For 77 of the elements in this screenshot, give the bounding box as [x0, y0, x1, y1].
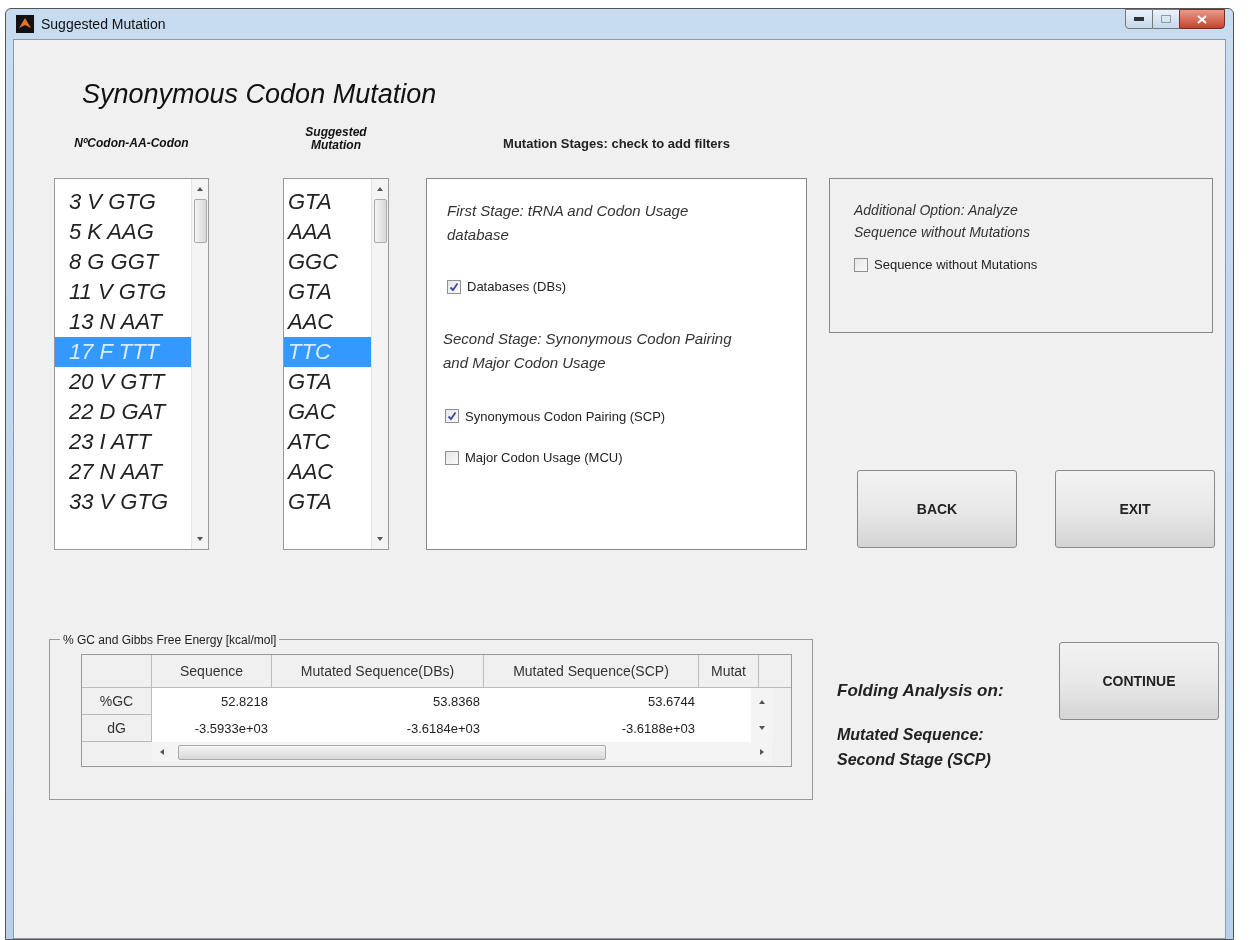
heading: Synonymous Codon Mutation	[82, 78, 438, 110]
list-item[interactable]: AAA	[284, 217, 371, 247]
list-item[interactable]: GTA	[284, 187, 371, 217]
list-item[interactable]: AAC	[284, 307, 371, 337]
minimize-button[interactable]	[1125, 9, 1153, 29]
list-item[interactable]: 3 V GTG	[55, 187, 191, 217]
column-header: Mutated Sequence(SCP)	[484, 655, 699, 687]
column-header: Mutated Sequence(DBs)	[272, 655, 484, 687]
minimize-icon	[1134, 17, 1144, 21]
table-cell: 52.8218	[152, 688, 272, 715]
table-cell: 53.8368	[272, 688, 484, 715]
push-button[interactable]: BACK	[857, 470, 1017, 548]
list-item[interactable]: GTA	[284, 277, 371, 307]
scroll-right-arrow-icon[interactable]	[758, 748, 766, 756]
checkbox[interactable]: Major Codon Usage (MCU)	[445, 448, 796, 468]
list-box[interactable]: 3 V GTG 5 K AAG 8 G GGT 11 V GTG 13 N AAT 17 F TTT 20 V GTT 22 D GAT 23 I ATT 27 N AAT 33 V GTG	[54, 178, 209, 550]
list-item[interactable]: GTA	[284, 367, 371, 397]
scroll-down-arrow-icon[interactable]	[758, 724, 766, 732]
list-item[interactable]: GGC	[284, 247, 371, 277]
list-box[interactable]: GTA AAA GGC GTA AAC TTC GTA GAC ATC AAC GTA	[283, 178, 389, 550]
table-cell: -3.6188e+03	[484, 715, 699, 742]
scroll-up-arrow-icon[interactable]	[196, 185, 204, 193]
table-cell: -3.5933e+03	[152, 715, 272, 742]
option-description: Additional Option: Analyze Sequence without Mutations	[854, 201, 1031, 242]
list-item[interactable]: 8 G GGT	[55, 247, 191, 277]
column-header: Suggested Mutation	[304, 126, 368, 154]
folding-label: Folding Analysis on:	[837, 680, 1005, 702]
checkbox[interactable]: Sequence without Mutations	[854, 255, 1212, 275]
checkmark-icon	[447, 411, 457, 422]
scroll-up-arrow-icon[interactable]	[758, 698, 766, 706]
scrollbar-thumb[interactable]	[373, 199, 387, 243]
list-item[interactable]: 13 N AAT	[55, 307, 191, 337]
checkmark-icon	[449, 281, 459, 292]
scrollbar-thumb[interactable]	[178, 744, 606, 760]
column-header: Sequence	[152, 655, 272, 687]
checkbox-square[interactable]	[854, 257, 868, 272]
table-cell: 53.6744	[484, 688, 699, 715]
list-item[interactable]: GAC	[284, 397, 371, 427]
list-item[interactable]: 23 I ATT	[55, 427, 191, 457]
checkbox[interactable]: Synonymous Codon Pairing (SCP)	[445, 406, 796, 426]
close-button[interactable]	[1179, 9, 1225, 29]
folding-target: Mutated Sequence: Second Stage (SCP)	[837, 724, 992, 770]
scroll-down-arrow-icon[interactable]	[376, 535, 384, 543]
horizontal-scrollbar[interactable]	[152, 742, 772, 762]
app-logo-icon	[16, 15, 34, 33]
checkbox-square[interactable]	[447, 279, 461, 294]
window-title: Suggested Mutation	[41, 14, 166, 34]
list-item[interactable]: AAC	[284, 457, 371, 487]
list-item[interactable]: 20 V GTT	[55, 367, 191, 397]
stage-description: First Stage: tRNA and Codon Usage database	[447, 201, 690, 245]
list-item[interactable]: 33 V GTG	[55, 487, 191, 517]
vertical-scrollbar[interactable]	[751, 688, 773, 742]
checkbox-square[interactable]	[445, 409, 459, 424]
column-header: Mutat	[699, 655, 759, 687]
list-item[interactable]: 11 V GTG	[55, 277, 191, 307]
list-item[interactable]: 5 K AAG	[55, 217, 191, 247]
stage-description: Second Stage: Synonymous Codon Pairing and Major Codon Usage	[443, 328, 733, 373]
list-item[interactable]: 27 N AAT	[55, 457, 191, 487]
column-header: NºCodon-AA-Codon	[74, 135, 189, 152]
section-header: Mutation Stages: check to add filters	[503, 135, 730, 153]
push-button[interactable]: EXIT	[1055, 470, 1215, 548]
maximize-button[interactable]	[1153, 9, 1179, 29]
vertical-scrollbar[interactable]	[191, 179, 208, 549]
checkbox[interactable]: Databases (DBs)	[447, 277, 796, 297]
push-button[interactable]: CONTINUE	[1059, 642, 1219, 720]
vertical-scrollbar[interactable]	[371, 179, 388, 549]
table-cell: -3.6184e+03	[272, 715, 484, 742]
scroll-up-arrow-icon[interactable]	[376, 185, 384, 193]
list-item[interactable]: GTA	[284, 487, 371, 517]
scrollbar-thumb[interactable]	[193, 199, 207, 243]
maximize-icon	[1161, 15, 1171, 23]
checkbox-square[interactable]	[445, 450, 459, 465]
list-item[interactable]: 22 D GAT	[55, 397, 191, 427]
scroll-left-arrow-icon[interactable]	[158, 748, 166, 756]
scroll-down-arrow-icon[interactable]	[196, 535, 204, 543]
close-icon	[1197, 14, 1207, 24]
list-item[interactable]: ATC	[284, 427, 371, 457]
